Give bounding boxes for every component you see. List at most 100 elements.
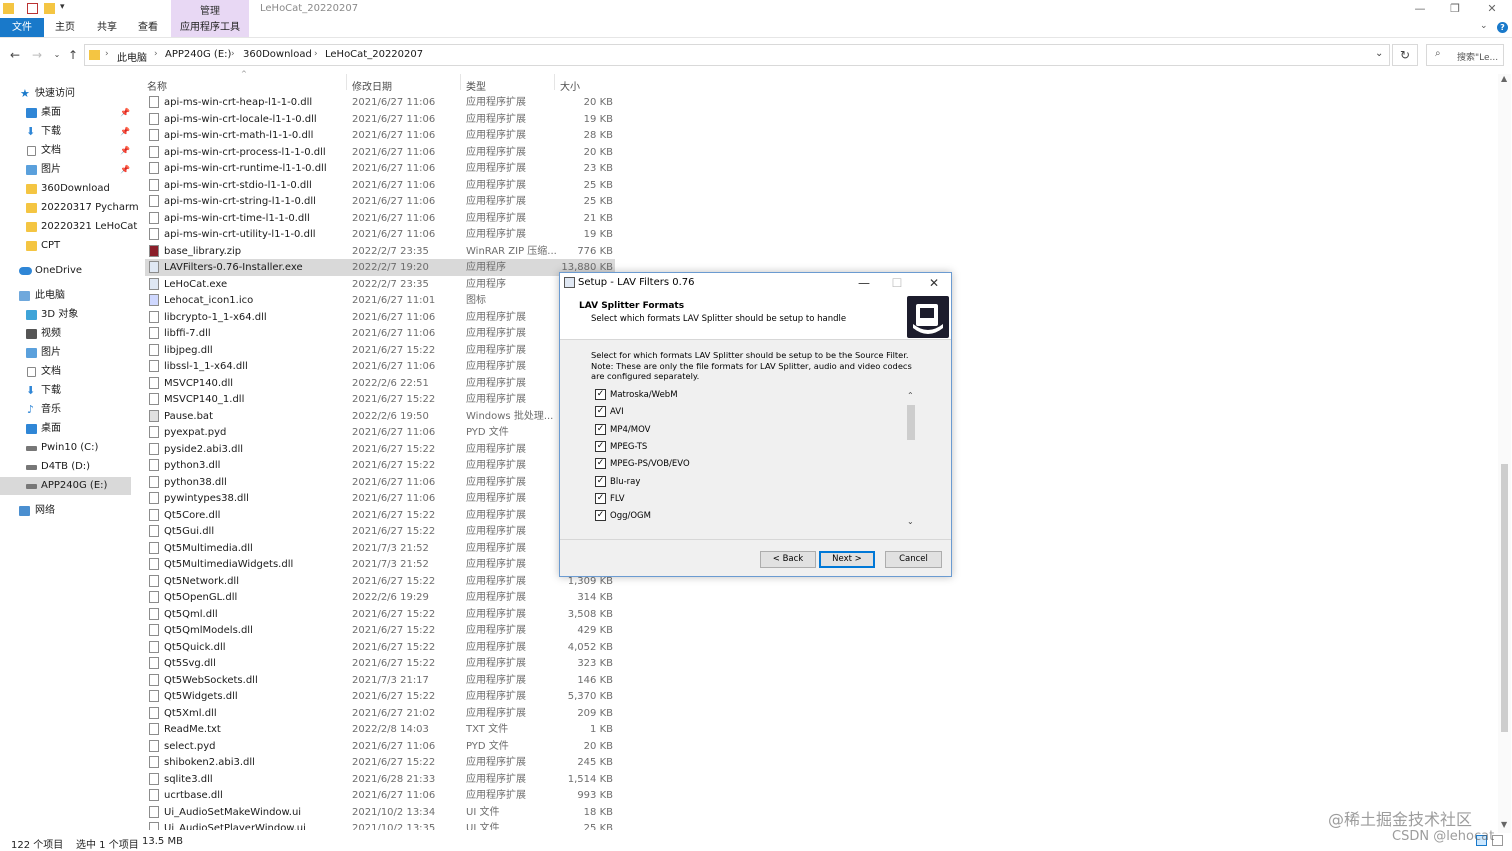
help-icon[interactable]: ?: [1497, 22, 1508, 33]
file-row[interactable]: api-ms-win-crt-locale-l1-1-0.dll 2021/6/2…: [145, 111, 615, 128]
file-row[interactable]: Qt5Multimedia.dll 2021/7/3 21:52 应用程序扩展: [145, 540, 615, 557]
file-row[interactable]: Qt5Network.dll 2021/6/27 15:22 应用程序扩展 1,309…: [145, 573, 615, 590]
file-row[interactable]: LAVFilters-0.76-Installer.exe 2022/2/7 19…: [145, 259, 615, 276]
scrollbar-thumb[interactable]: [1501, 464, 1508, 732]
file-row[interactable]: Pause.bat 2022/2/6 19:50 Windows 批处理...: [145, 408, 615, 425]
nav-quick-desktop[interactable]: 桌面 📌: [0, 104, 131, 122]
column-header-type[interactable]: 类型: [466, 78, 486, 93]
file-row[interactable]: pyexpat.pyd 2021/6/27 11:06 PYD 文件: [145, 424, 615, 441]
breadcrumb-360download[interactable]: 360Download: [243, 49, 312, 60]
tab-file[interactable]: 文件: [0, 18, 44, 37]
file-row[interactable]: MSVCP140_1.dll 2021/6/27 15:22 应用程序扩展: [145, 391, 615, 408]
checklist-scrollbar[interactable]: ⌃ ⌄: [905, 391, 917, 529]
checkbox[interactable]: ✓: [595, 440, 606, 452]
file-row[interactable]: Qt5Qml.dll 2021/6/27 15:22 应用程序扩展 3,508 KB: [145, 606, 615, 623]
scroll-down-icon[interactable]: ▼: [1501, 820, 1507, 829]
breadcrumb-drive[interactable]: APP240G (E:): [165, 49, 231, 60]
nav-drive-e[interactable]: APP240G (E:): [0, 477, 131, 495]
nav-desktop[interactable]: 桌面: [0, 420, 131, 438]
nav-3d-objects[interactable]: 3D 对象: [0, 306, 131, 324]
address-bar[interactable]: › 此电脑 › APP240G (E:) › 360Download › LeH…: [84, 44, 1390, 66]
column-header-date[interactable]: 修改日期: [352, 78, 392, 93]
checklist-scroll-thumb[interactable]: [907, 405, 915, 440]
dialog-maximize-icon[interactable]: ☐: [883, 275, 911, 291]
tab-home[interactable]: 主页: [48, 18, 82, 37]
pin-icon[interactable]: 📌: [120, 161, 130, 179]
file-row[interactable]: api-ms-win-crt-string-l1-1-0.dll 2021/6/2…: [145, 193, 615, 210]
nav-downloads[interactable]: ⬇ 下载: [0, 382, 131, 400]
file-row[interactable]: Qt5Gui.dll 2021/6/27 15:22 应用程序扩展: [145, 523, 615, 540]
nav-drive-c[interactable]: Pwin10 (C:): [0, 439, 131, 457]
file-row[interactable]: ReadMe.txt 2022/2/8 14:03 TXT 文件 1 KB: [145, 721, 615, 738]
file-row[interactable]: api-ms-win-crt-stdio-l1-1-0.dll 2021/6/27…: [145, 177, 615, 194]
file-row[interactable]: Lehocat_icon1.ico 2021/6/27 11:01 图标: [145, 292, 615, 309]
nav-pictures[interactable]: 图片: [0, 344, 131, 362]
file-row[interactable]: python3.dll 2021/6/27 15:22 应用程序扩展: [145, 457, 615, 474]
dialog-minimize-icon[interactable]: —: [850, 275, 878, 291]
nav-quick-access[interactable]: ★ 快速访问: [0, 85, 131, 103]
file-row[interactable]: libffi-7.dll 2021/6/27 11:06 应用程序扩展: [145, 325, 615, 342]
checkbox[interactable]: ✓: [595, 389, 606, 400]
file-row[interactable]: pyside2.abi3.dll 2021/6/27 15:22 应用程序扩展: [145, 441, 615, 458]
checkbox[interactable]: ✓: [595, 406, 606, 418]
dialog-close-icon[interactable]: ✕: [920, 275, 948, 291]
vertical-scrollbar[interactable]: ▲ ▼: [1498, 74, 1511, 833]
nav-quick-pycharm[interactable]: 20220317 Pycharm: [0, 199, 139, 217]
file-row[interactable]: libssl-1_1-x64.dll 2021/6/27 11:06 应用程序扩展: [145, 358, 615, 375]
new-folder-icon[interactable]: [44, 3, 55, 14]
nav-quick-downloads[interactable]: ⬇ 下载 📌: [0, 123, 131, 141]
file-row[interactable]: Qt5Xml.dll 2021/6/27 21:02 应用程序扩展 209 KB: [145, 705, 615, 722]
dialog-title-bar[interactable]: Setup - LAV Filters 0.76 — ☐ ✕: [560, 273, 951, 293]
nav-onedrive[interactable]: OneDrive: [0, 262, 131, 280]
nav-videos[interactable]: 视频: [0, 325, 131, 343]
file-row[interactable]: MSVCP140.dll 2022/2/6 22:51 应用程序扩展: [145, 375, 615, 392]
file-row[interactable]: Qt5Quick.dll 2021/6/27 15:22 应用程序扩展 4,052 K…: [145, 639, 615, 656]
column-divider[interactable]: [346, 74, 347, 90]
nav-drive-d[interactable]: D4TB (D:): [0, 458, 131, 476]
nav-network[interactable]: 网络: [0, 502, 131, 520]
tab-manage[interactable]: 管理: [171, 2, 249, 17]
breadcrumb-lehocat[interactable]: LeHoCat_20220207: [325, 49, 423, 60]
file-row[interactable]: Ui_AudioSetMakeWindow.ui 2021/10/2 13:34 U…: [145, 804, 615, 821]
address-dropdown-icon[interactable]: ⌄: [1375, 48, 1383, 59]
file-row[interactable]: libjpeg.dll 2021/6/27 15:22 应用程序扩展: [145, 342, 615, 359]
ribbon-expand-icon[interactable]: ⌄: [1480, 21, 1488, 31]
file-row[interactable]: select.pyd 2021/6/27 11:06 PYD 文件 20 KB: [145, 738, 615, 755]
recent-locations-icon[interactable]: ⌄: [50, 48, 64, 62]
checkbox[interactable]: ✓: [595, 510, 606, 522]
checkbox[interactable]: ✓: [595, 458, 606, 470]
up-arrow-icon[interactable]: ↑: [66, 48, 80, 62]
nav-quick-pictures[interactable]: 图片 📌: [0, 161, 131, 179]
quick-access-dropdown-icon[interactable]: ▾: [60, 2, 65, 12]
scroll-down-icon[interactable]: ⌄: [907, 517, 914, 526]
file-row[interactable]: Qt5QmlModels.dll 2021/6/27 15:22 应用程序扩展 429…: [145, 622, 615, 639]
file-row[interactable]: Qt5Core.dll 2021/6/27 15:22 应用程序扩展: [145, 507, 615, 524]
forward-arrow-icon[interactable]: →: [30, 48, 44, 62]
file-row[interactable]: Qt5MultimediaWidgets.dll 2021/7/3 21:52 应用…: [145, 556, 615, 573]
breadcrumb-this-pc[interactable]: 此电脑: [117, 49, 147, 64]
file-row[interactable]: api-ms-win-crt-process-l1-1-0.dll 2021/6/…: [145, 144, 615, 161]
file-row[interactable]: api-ms-win-crt-utility-l1-1-0.dll 2021/6/…: [145, 226, 615, 243]
pin-icon[interactable]: 📌: [120, 142, 130, 160]
file-row[interactable]: Qt5Svg.dll 2021/6/27 15:22 应用程序扩展 323 KB: [145, 655, 615, 672]
search-input[interactable]: ⌕ 搜索"Le...: [1426, 44, 1504, 66]
file-row[interactable]: sqlite3.dll 2021/6/28 21:33 应用程序扩展 1,514 KB: [145, 771, 615, 788]
pin-icon[interactable]: 📌: [120, 104, 130, 122]
file-row[interactable]: python38.dll 2021/6/27 11:06 应用程序扩展: [145, 474, 615, 491]
tab-share[interactable]: 共享: [90, 18, 124, 37]
column-header-size[interactable]: 大小: [560, 78, 580, 93]
cancel-button[interactable]: Cancel: [885, 551, 942, 568]
maximize-icon[interactable]: ❐: [1440, 1, 1470, 17]
nav-quick-cpt[interactable]: CPT: [0, 237, 131, 255]
tab-view[interactable]: 查看: [131, 18, 165, 37]
checkbox[interactable]: ✓: [595, 423, 606, 435]
file-row[interactable]: shiboken2.abi3.dll 2021/6/27 15:22 应用程序扩展 2…: [145, 754, 615, 771]
properties-icon[interactable]: [27, 3, 38, 14]
file-row[interactable]: Qt5OpenGL.dll 2022/2/6 19:29 应用程序扩展 314 KB: [145, 589, 615, 606]
pin-icon[interactable]: 📌: [120, 123, 130, 141]
back-arrow-icon[interactable]: ←: [8, 48, 22, 62]
file-row[interactable]: LeHoCat.exe 2022/2/7 23:35 应用程序: [145, 276, 615, 293]
nav-documents[interactable]: 文档: [0, 363, 131, 381]
scroll-up-icon[interactable]: ▲: [1501, 74, 1507, 83]
file-row[interactable]: base_library.zip 2022/2/7 23:35 WinRAR ZIP…: [145, 243, 615, 260]
